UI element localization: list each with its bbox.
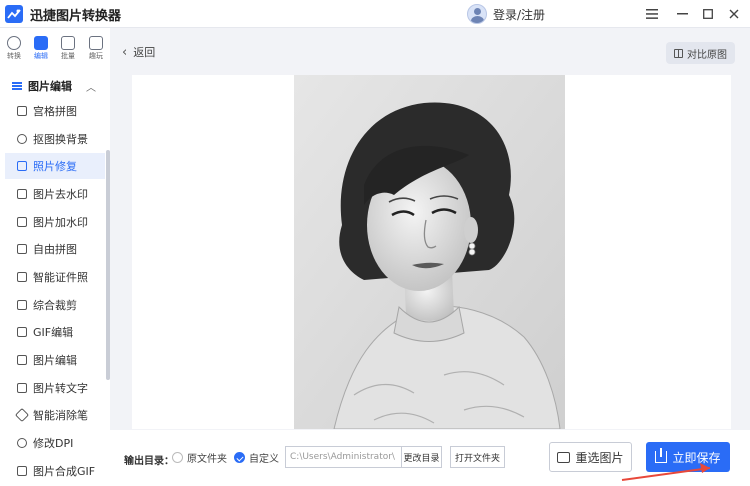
- minimize-icon[interactable]: [672, 4, 692, 24]
- sidebar-item-label: 照片修复: [33, 160, 77, 173]
- compare-original-button[interactable]: 对比原图: [666, 42, 735, 64]
- mode-rail: 转换 编辑 批量 趣玩: [0, 28, 110, 72]
- sidebar-item-dpi[interactable]: 修改DPI: [5, 430, 105, 456]
- cutout-icon: [17, 134, 27, 144]
- sidebar-item-label: 综合裁剪: [33, 299, 77, 312]
- sidebar-item-label: 图片去水印: [33, 188, 88, 201]
- grid-icon: [17, 106, 27, 116]
- sidebar-item-crop[interactable]: 综合裁剪: [5, 292, 105, 318]
- bottom-toolbar: 输出目录： 原文件夹 自定义 更改目录 打开文件夹 重选图片 立即保存: [110, 430, 750, 486]
- sidebar-item-eraser[interactable]: 智能消除笔: [5, 402, 105, 428]
- edit-icon: [34, 36, 48, 50]
- output-directory-label: 输出目录：: [124, 456, 174, 467]
- chevron-left-icon: ‹: [122, 44, 128, 60]
- maximize-icon[interactable]: [698, 4, 718, 24]
- rail-label: 转换: [7, 52, 21, 60]
- sidebar-item-label: 自由拼图: [33, 243, 77, 256]
- back-button[interactable]: ‹ 返回: [122, 44, 155, 60]
- sidebar-item-free-collage[interactable]: 自由拼图: [5, 236, 105, 262]
- sidebar-item-label: 图片合成GIF: [33, 465, 96, 478]
- sidebar-item-label: 图片转文字: [33, 382, 88, 395]
- text-icon: [17, 383, 27, 393]
- menu-icon: [12, 85, 22, 87]
- id-photo-icon: [17, 272, 27, 282]
- radio-custom-folder[interactable]: 自定义: [234, 450, 279, 465]
- sidebar-item-label: GIF编辑: [33, 326, 74, 339]
- gif-compose-icon: [17, 466, 27, 476]
- sidebar-item-add-watermark[interactable]: 图片加水印: [5, 209, 105, 235]
- gif-icon: [17, 327, 27, 337]
- title-bar: 迅捷图片转换器 登录/注册: [0, 0, 750, 28]
- crop-icon: [17, 300, 27, 310]
- rail-item-edit[interactable]: 编辑: [30, 36, 52, 61]
- watermark-icon: [17, 189, 27, 199]
- hamburger-icon[interactable]: [642, 4, 662, 24]
- sidebar-item-label: 抠图换背景: [33, 133, 88, 146]
- reselect-image-button[interactable]: 重选图片: [549, 442, 632, 472]
- compare-label: 对比原图: [687, 49, 727, 61]
- sidebar-item-cutout[interactable]: 抠图换背景: [5, 126, 105, 152]
- sidebar-item-gif-edit[interactable]: GIF编辑: [5, 319, 105, 345]
- sidebar-section-image-edit[interactable]: 图片编辑 ︿: [12, 76, 102, 96]
- sidebar-item-image-to-text[interactable]: 图片转文字: [5, 375, 105, 401]
- convert-icon: [7, 36, 21, 50]
- section-label: 图片编辑: [28, 80, 72, 93]
- rail-item-fun[interactable]: 趣玩: [85, 36, 107, 61]
- app-logo-icon: [5, 5, 23, 23]
- sidebar-item-image-edit[interactable]: 图片编辑: [5, 347, 105, 373]
- rail-item-batch[interactable]: 批量: [57, 36, 79, 61]
- watermark-add-icon: [17, 217, 27, 227]
- eraser-icon: [14, 407, 30, 423]
- sidebar-item-label: 智能证件照: [33, 271, 88, 284]
- download-icon: [655, 448, 668, 463]
- rail-item-convert[interactable]: 转换: [3, 36, 25, 61]
- preview-canvas: [132, 75, 731, 429]
- sidebar-item-grid-collage[interactable]: 宫格拼图: [5, 98, 105, 124]
- fun-icon: [89, 36, 103, 50]
- login-area[interactable]: 登录/注册: [467, 3, 545, 25]
- sidebar-item-gif-compose[interactable]: 图片合成GIF: [5, 458, 105, 484]
- collage-icon: [17, 244, 27, 254]
- compare-icon: [674, 48, 683, 58]
- save-label: 立即保存: [672, 450, 721, 465]
- sidebar-item-label: 图片加水印: [33, 216, 88, 229]
- sidebar-item-label: 宫格拼图: [33, 105, 77, 118]
- open-folder-button[interactable]: 打开文件夹: [450, 446, 505, 468]
- image-icon: [557, 451, 571, 463]
- sidebar-item-id-photo[interactable]: 智能证件照: [5, 264, 105, 290]
- save-now-button[interactable]: 立即保存: [646, 442, 730, 472]
- radio-label: 原文件夹: [187, 454, 227, 465]
- back-label: 返回: [133, 46, 156, 59]
- radio-dot[interactable]: [172, 452, 183, 463]
- sidebar: 图片编辑 ︿ 宫格拼图 抠图换背景 照片修复 图片去水印 图片加水印 自由拼图 …: [0, 72, 110, 486]
- radio-dot-checked[interactable]: [234, 452, 245, 463]
- image-edit-icon: [17, 355, 27, 365]
- chevron-up-icon: ︿: [86, 83, 96, 94]
- sidebar-item-label: 图片编辑: [33, 354, 77, 367]
- radio-original-folder[interactable]: 原文件夹: [172, 450, 227, 465]
- reselect-label: 重选图片: [575, 450, 624, 465]
- sidebar-item-label: 智能消除笔: [33, 409, 88, 422]
- dpi-icon: [17, 438, 27, 448]
- change-directory-button[interactable]: 更改目录: [401, 446, 442, 468]
- main-panel: ‹ 返回 对比原图 输出目录： 原文件夹 自定义 C:\Users\Admini…: [110, 28, 750, 486]
- close-icon[interactable]: [724, 4, 744, 24]
- output-path-input[interactable]: [285, 446, 401, 468]
- login-link[interactable]: 登录/注册: [493, 6, 545, 23]
- user-avatar-icon[interactable]: [467, 4, 487, 24]
- sidebar-item-label: 修改DPI: [33, 437, 74, 450]
- sidebar-item-photo-restore[interactable]: 照片修复: [5, 153, 105, 179]
- image-icon: [17, 161, 27, 171]
- radio-label: 自定义: [249, 454, 279, 465]
- restored-photo: [294, 75, 565, 429]
- rail-label: 批量: [61, 52, 75, 60]
- rail-label: 趣玩: [89, 52, 103, 60]
- rail-label: 编辑: [34, 52, 48, 60]
- sidebar-item-remove-watermark[interactable]: 图片去水印: [5, 181, 105, 207]
- app-title: 迅捷图片转换器: [30, 9, 122, 24]
- batch-icon: [61, 36, 75, 50]
